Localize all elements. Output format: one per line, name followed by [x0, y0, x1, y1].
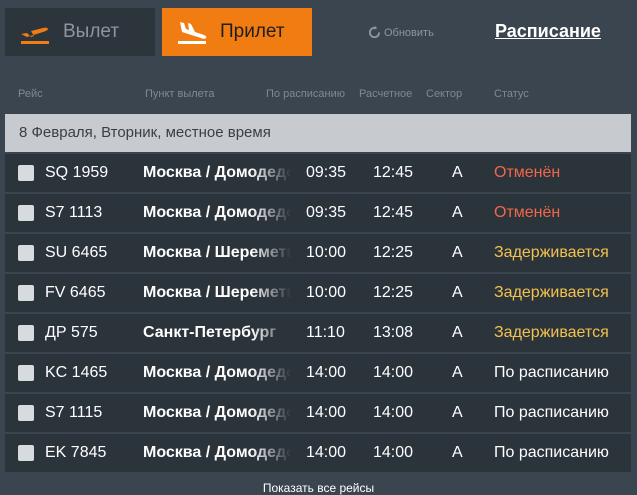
flight-row[interactable]: ДР 575 Санкт-Петербург 11:10 13:08 А Зад…: [5, 314, 631, 352]
flight-number: S7 1113: [45, 204, 103, 221]
flight-status: По расписанию: [494, 364, 609, 381]
flight-row[interactable]: S7 1115 Москва / Домодедово 14:00 14:00 …: [5, 394, 631, 432]
flight-number: SQ 1959: [45, 164, 109, 181]
scheduled-time: 10:00: [306, 244, 347, 261]
dp-logo-icon: [18, 325, 34, 341]
flight-status: Задерживается: [494, 324, 609, 341]
flight-row[interactable]: KC 1465 Москва / Домодедово 14:00 14:00 …: [5, 354, 631, 392]
kc-logo-icon: [18, 365, 34, 381]
estimated-time: 14:00: [373, 444, 414, 461]
sector: А: [452, 324, 463, 341]
sector: А: [452, 404, 463, 421]
flight-status: Отменён: [494, 204, 561, 221]
s7-logo-icon: [18, 205, 34, 221]
flight-status: По расписанию: [494, 404, 609, 421]
estimated-time: 12:45: [373, 164, 414, 181]
sector: А: [452, 444, 463, 461]
scheduled-time: 14:00: [306, 404, 347, 421]
column-header-status: Статус: [494, 88, 529, 100]
flight-status: По расписанию: [494, 444, 609, 461]
flight-number: ДР 575: [45, 324, 98, 341]
tab-arrivals[interactable]: Прилет: [162, 8, 312, 56]
scheduled-time: 09:35: [306, 204, 347, 221]
date-header: 8 Февраля, Вторник, местное время: [5, 114, 631, 152]
plane-landing-icon: [178, 22, 207, 44]
flight-number: EK 7845: [45, 444, 107, 461]
flight-row[interactable]: SQ 1959 Москва / Домодедово 09:35 12:45 …: [5, 154, 631, 192]
su-logo-icon: [18, 245, 34, 261]
sector: А: [452, 244, 463, 261]
ek-logo-icon: [18, 445, 34, 461]
flight-status: Отменён: [494, 164, 561, 181]
flight-row[interactable]: S7 1113 Москва / Домодедово 09:35 12:45 …: [5, 194, 631, 232]
tab-departures-label: Вылет: [63, 21, 120, 42]
sector: А: [452, 284, 463, 301]
estimated-time: 14:00: [373, 404, 414, 421]
estimated-time: 13:08: [373, 324, 414, 341]
s7-logo-icon: [18, 405, 34, 421]
estimated-time: 12:25: [373, 244, 414, 261]
sector: А: [452, 364, 463, 381]
sector: А: [452, 204, 463, 221]
scheduled-time: 14:00: [306, 444, 347, 461]
flight-number: FV 6465: [45, 284, 106, 301]
column-header-estimated: Расчетное: [359, 88, 413, 100]
refresh-label: Обновить: [384, 26, 434, 39]
origin-city: Москва / Домодедово: [143, 154, 291, 192]
origin-city: Москва / Домодедово: [143, 394, 291, 432]
fv-logo-icon: [18, 285, 34, 301]
column-header-flight: Рейс: [18, 88, 43, 100]
tab-departures[interactable]: Вылет: [5, 8, 155, 56]
flight-row[interactable]: SU 6465 Москва / Шереметьево 10:00 12:25…: [5, 234, 631, 272]
origin-city: Москва / Шереметьево: [143, 274, 291, 312]
column-header-sector: Сектор: [426, 88, 463, 100]
plane-takeoff-icon: [21, 27, 49, 44]
refresh-button[interactable]: Обновить: [368, 26, 434, 39]
estimated-time: 12:45: [373, 204, 414, 221]
show-all-flights-link[interactable]: Показать все рейсы: [0, 481, 637, 495]
flight-row[interactable]: FV 6465 Москва / Шереметьево 10:00 12:25…: [5, 274, 631, 312]
flight-number: S7 1115: [45, 404, 103, 421]
origin-city: Москва / Шереметьево: [143, 234, 291, 272]
sector: А: [452, 164, 463, 181]
scheduled-time: 11:10: [306, 324, 345, 341]
origin-city: Москва / Домодедово: [143, 194, 291, 232]
origin-city: Москва / Домодедово: [143, 354, 291, 392]
scheduled-time: 09:35: [306, 164, 347, 181]
column-header-origin: Пункт вылета: [145, 88, 215, 100]
origin-city: Москва / Домодедово: [143, 434, 291, 472]
schedule-link[interactable]: Расписание: [495, 21, 601, 42]
estimated-time: 14:00: [373, 364, 414, 381]
refresh-icon: [368, 26, 381, 39]
flight-status: Задерживается: [494, 284, 609, 301]
tab-arrivals-label: Прилет: [220, 21, 285, 42]
flight-row[interactable]: EK 7845 Москва / Домодедово 14:00 14:00 …: [5, 434, 631, 472]
scheduled-time: 14:00: [306, 364, 347, 381]
flight-number: SU 6465: [45, 244, 108, 261]
estimated-time: 12:25: [373, 284, 414, 301]
flights-table: SQ 1959 Москва / Домодедово 09:35 12:45 …: [5, 154, 631, 474]
top-bar: Вылет Прилет Обновить Расписание: [0, 0, 637, 64]
origin-city: Санкт-Петербург: [143, 314, 291, 352]
sq-logo-icon: [18, 165, 34, 181]
column-header-scheduled: По расписанию: [266, 88, 346, 100]
scheduled-time: 10:00: [306, 284, 347, 301]
flight-status: Задерживается: [494, 244, 609, 261]
flight-number: KC 1465: [45, 364, 108, 381]
